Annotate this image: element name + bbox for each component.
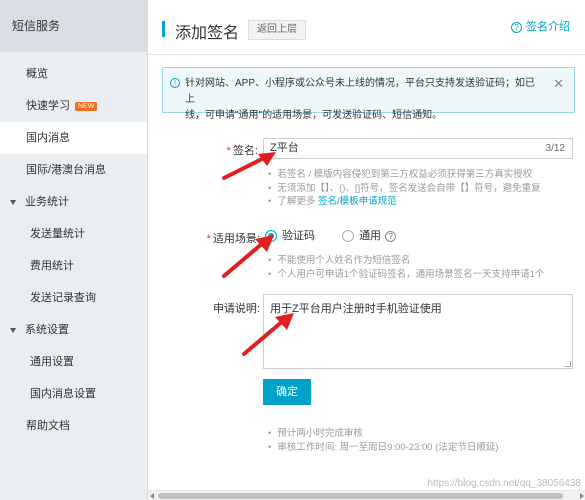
watermark: https://blog.csdn.net/qq_38056438 — [427, 478, 581, 489]
sign-label-text: 签名: — [232, 145, 258, 157]
scroll-thumb[interactable] — [158, 493, 563, 499]
sidebar-group-system[interactable]: 系统设置 — [0, 314, 147, 346]
close-icon[interactable]: ✕ — [553, 76, 564, 92]
sidebar-item-label: 帮助文档 — [26, 420, 70, 432]
sidebar-item-domestic[interactable]: 国内消息 — [0, 122, 147, 154]
sidebar-item-send-stats[interactable]: 发送量统计 — [0, 218, 147, 250]
caret-down-icon — [10, 327, 16, 333]
tip-item: 不能使用个人姓名作为短信签名 — [268, 254, 544, 268]
resize-handle-icon[interactable] — [565, 361, 571, 367]
notice-line-1: 针对网站、APP、小程序或公众号未上线的情况，平台只支持发送验证码；如已上 — [185, 78, 536, 105]
sidebar-item-domestic-settings[interactable]: 国内消息设置 — [0, 378, 147, 410]
scroll-right-icon[interactable] — [580, 493, 584, 499]
sidebar-item-label: 国内消息 — [26, 132, 70, 144]
page-title: 添加签名 — [175, 25, 240, 42]
review-tips: 预计两小时完成审核 审核工作时间: 周一至周日9:00-23:00 (法定节日顺… — [268, 427, 499, 455]
radio-unchecked[interactable] — [342, 230, 355, 243]
info-icon: i — [170, 78, 180, 88]
horizontal-scrollbar[interactable] — [148, 490, 585, 500]
page-header: 添加签名 返回上层 ? 签名介绍 — [148, 0, 585, 55]
tip-item: 个人用户可申请1个验证码签名，通用场景签名一天支持申请1个 — [268, 268, 544, 282]
new-badge: NEW — [75, 101, 98, 111]
desc-label: 申请说明: — [212, 303, 260, 315]
sidebar-group-business[interactable]: 业务统计 — [0, 186, 147, 218]
sidebar: 短信服务 概览 快速学习 NEW 国内消息 国际/港澳台消息 业务统计 发送量统计… — [0, 0, 147, 500]
sign-intro-link[interactable]: ? 签名介绍 — [511, 18, 570, 34]
scroll-left-icon[interactable] — [150, 493, 154, 499]
desc-textarea[interactable]: 用于Z平台用户注册时手机验证使用 — [263, 294, 573, 369]
scene-tips: 不能使用个人姓名作为短信签名 个人用户可申请1个验证码签名，通用场景签名一天支持… — [268, 254, 544, 281]
sign-input-value: Z平台 — [270, 142, 299, 154]
tip-item-more: 了解更多 签名/模板申请规范 — [268, 195, 541, 209]
scene-label-text: 适用场景: — [212, 233, 260, 245]
sidebar-header: 短信服务 — [0, 0, 147, 52]
tip-more-prefix: 了解更多 — [277, 196, 318, 207]
desc-value: 用于Z平台用户注册时手机验证使用 — [270, 303, 442, 315]
char-count: 3/12 — [545, 143, 565, 154]
sign-input[interactable]: Z平台 3/12 — [263, 138, 573, 159]
main-content: 添加签名 返回上层 ? 签名介绍 i 针对网站、APP、小程序或公众号未上线的情况… — [147, 0, 585, 500]
sidebar-item-international[interactable]: 国际/港澳台消息 — [0, 154, 147, 186]
scene-radio-group: 验证码 通用? — [265, 228, 420, 244]
question-icon[interactable]: ? — [385, 230, 397, 242]
sidebar-item-send-records[interactable]: 发送记录查询 — [0, 282, 147, 314]
caret-down-icon — [10, 199, 16, 205]
notice-line-2: 线，可申请"通用"的适用场景，可发送验证码、短信通知。 — [185, 110, 443, 121]
tip-item: 无须添加【】、()、[]符号，签名发送会自带【】符号，避免重复 — [268, 182, 540, 196]
sidebar-item-label: 费用统计 — [30, 260, 74, 272]
sign-tips: 若签名 / 模版内容侵犯到第三方权益必须获得第三方真实授权 无须添加【】、()、… — [268, 168, 541, 209]
sidebar-item-label: 快速学习 — [26, 100, 70, 112]
sidebar-group-label: 系统设置 — [25, 324, 69, 336]
tip-item: 若签名 / 模版内容侵犯到第三方权益必须获得第三方真实授权 — [268, 168, 541, 182]
sign-intro-label: 签名介绍 — [526, 21, 570, 33]
sidebar-item-label: 概览 — [26, 68, 48, 80]
sidebar-item-label: 通用设置 — [30, 356, 74, 368]
title-accent-bar — [162, 21, 165, 37]
sidebar-item-label: 发送记录查询 — [30, 292, 96, 304]
question-icon: ? — [511, 21, 522, 33]
required-mark: * — [206, 233, 211, 245]
sidebar-item-overview[interactable]: 概览 — [0, 58, 147, 90]
sign-label: * 签名: — [198, 142, 258, 158]
sidebar-item-general-settings[interactable]: 通用设置 — [0, 346, 147, 378]
sidebar-item-label: 国际/港澳台消息 — [26, 164, 107, 176]
sidebar-item-label: 国内消息设置 — [30, 388, 96, 400]
tip-item: 审核工作时间: 周一至周日9:00-23:00 (法定节日顺延) — [268, 441, 498, 455]
back-button[interactable]: 返回上层 — [248, 20, 306, 40]
sidebar-item-cost-stats[interactable]: 费用统计 — [0, 250, 147, 282]
sidebar-item-help-docs[interactable]: 帮助文档 — [0, 410, 147, 442]
radio-label: 验证码 — [282, 230, 315, 243]
radio-checked[interactable] — [265, 230, 277, 243]
sign-rules-link[interactable]: 签名/模板申请规范 — [318, 196, 397, 207]
tip-item: 预计两小时完成审核 — [268, 427, 499, 441]
scene-label: * 适用场景: — [188, 230, 260, 246]
scene-option-general[interactable]: 通用? — [342, 228, 397, 244]
scene-option-verify[interactable]: 验证码 — [265, 228, 315, 244]
submit-button[interactable]: 确定 — [263, 379, 311, 405]
sidebar-item-quick-learn[interactable]: 快速学习 NEW — [0, 90, 147, 122]
sidebar-group-label: 业务统计 — [25, 196, 69, 208]
required-mark: * — [226, 145, 231, 157]
radio-label: 通用 — [359, 230, 382, 243]
sidebar-item-label: 发送量统计 — [30, 228, 85, 240]
notice-banner: i 针对网站、APP、小程序或公众号未上线的情况，平台只支持发送验证码；如已上 … — [162, 67, 575, 121]
